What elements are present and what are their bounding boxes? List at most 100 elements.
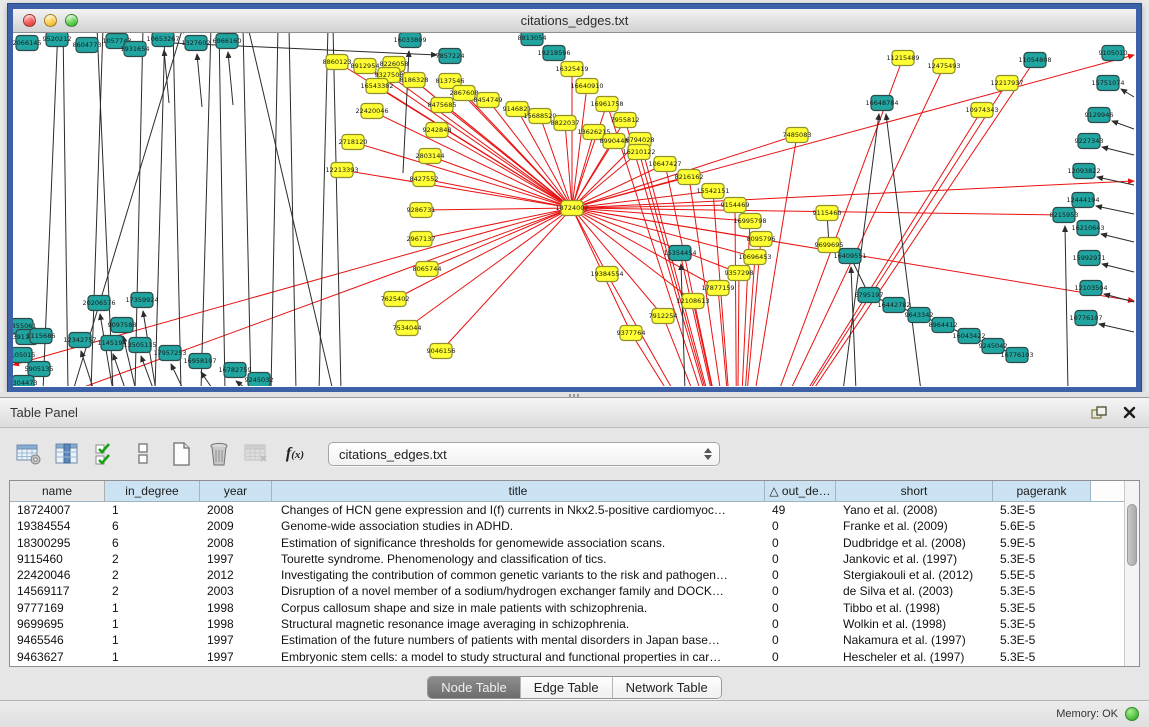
graph-node[interactable]: 8822037 xyxy=(551,116,580,131)
column-header-title[interactable]: title xyxy=(272,481,765,501)
table-cell[interactable]: 0 xyxy=(765,518,836,534)
graph-node[interactable]: 8215953 xyxy=(1050,208,1079,223)
table-settings-icon[interactable] xyxy=(14,439,44,469)
citation-edge-black[interactable] xyxy=(219,33,225,386)
citation-edge-red[interactable] xyxy=(437,130,572,208)
table-cell[interactable]: 0 xyxy=(765,551,836,567)
graph-node[interactable]: 1115686 xyxy=(27,329,56,344)
table-cell[interactable]: Franke et al. (2009) xyxy=(836,518,993,534)
column-header-short[interactable]: short xyxy=(836,481,993,501)
citation-edge-red[interactable] xyxy=(718,288,737,386)
citation-edge-red[interactable] xyxy=(572,86,587,208)
table-cell[interactable]: 2003 xyxy=(200,583,272,599)
graph-node[interactable]: 12444194 xyxy=(1066,193,1099,208)
citation-edge-black[interactable] xyxy=(97,33,113,386)
table-cell[interactable]: 1 xyxy=(105,600,200,616)
graph-node[interactable]: 11054808 xyxy=(1018,53,1051,68)
graph-node[interactable]: 5905135 xyxy=(25,362,54,377)
table-cell[interactable]: Disruption of a novel member of a sodium… xyxy=(272,583,765,599)
select-all-icon[interactable] xyxy=(90,439,120,469)
citation-edge-black[interactable] xyxy=(1065,226,1068,386)
table-cell[interactable]: Estimation of significance thresholds fo… xyxy=(272,535,765,551)
graph-node[interactable]: 20206576 xyxy=(82,296,115,311)
table-cell[interactable]: Changes of HCN gene expression and I(f) … xyxy=(272,502,765,518)
citation-edge-red[interactable] xyxy=(572,208,663,316)
citation-edge-black[interactable] xyxy=(171,364,184,386)
table-cell[interactable]: 14569117 xyxy=(10,583,105,599)
graph-node[interactable]: 7955812 xyxy=(611,113,640,128)
table-cell[interactable]: 49 xyxy=(765,502,836,518)
graph-node[interactable]: 9154469 xyxy=(721,198,750,213)
table-cell[interactable]: 2012 xyxy=(200,567,272,583)
table-cell[interactable]: 6 xyxy=(105,535,200,551)
graph-node[interactable]: 16958107 xyxy=(183,354,216,369)
scrollbar-thumb[interactable] xyxy=(1127,504,1137,566)
citation-edge-red[interactable] xyxy=(424,179,572,208)
citation-edge-black[interactable] xyxy=(197,54,202,107)
graph-node[interactable]: 16640910 xyxy=(570,79,603,94)
table-cell[interactable]: 0 xyxy=(765,632,836,648)
table-cell[interactable]: 5.3E-5 xyxy=(993,649,1091,665)
graph-node[interactable]: 1145194 xyxy=(98,336,127,351)
table-cell[interactable]: 2009 xyxy=(200,518,272,534)
citation-edge-black[interactable] xyxy=(1121,89,1134,97)
citation-edge-red[interactable] xyxy=(395,208,572,299)
graph-node[interactable]: 16648784 xyxy=(865,96,898,111)
citation-edge-red[interactable] xyxy=(735,205,737,386)
table-row[interactable]: 911546021997Tourette syndrome. Phenomeno… xyxy=(10,551,1124,567)
citation-edge-black[interactable] xyxy=(155,33,165,386)
tab-network-table[interactable]: Network Table xyxy=(612,677,721,698)
table-cell[interactable]: 1997 xyxy=(200,551,272,567)
citation-edge-black[interactable] xyxy=(886,114,921,386)
table-row[interactable]: 946554611997Estimation of the future num… xyxy=(10,632,1124,648)
table-cell[interactable]: Stergiakouli et al. (2012) xyxy=(836,567,993,583)
graph-node[interactable]: 8427552 xyxy=(410,172,439,187)
network-window[interactable]: citations_edges.txt 18724007886012389129… xyxy=(8,4,1141,392)
table-cell[interactable]: 1998 xyxy=(200,616,272,632)
table-cell[interactable]: Structural magnetic resonance image aver… xyxy=(272,616,765,632)
graph-node[interactable]: 9245032 xyxy=(245,373,274,387)
table-cell[interactable]: 9465546 xyxy=(10,632,105,648)
graph-node[interactable]: 15992971 xyxy=(1072,251,1105,266)
table-select-dropdown[interactable]: citations_edges.txt xyxy=(328,442,720,466)
graph-node[interactable]: 12217937 xyxy=(990,76,1023,91)
table-cell[interactable]: 22420046 xyxy=(10,567,105,583)
table-cell[interactable]: 5.3E-5 xyxy=(993,632,1091,648)
table-cell[interactable]: 1 xyxy=(105,632,200,648)
table-cell[interactable]: 5.6E-5 xyxy=(993,518,1091,534)
table-cell[interactable]: Tibbo et al. (1998) xyxy=(836,600,993,616)
citation-edge-black[interactable] xyxy=(141,356,154,386)
table-cell[interactable]: 0 xyxy=(765,600,836,616)
citation-edge-red[interactable] xyxy=(737,110,982,386)
table-cell[interactable]: Nakamura et al. (1997) xyxy=(836,632,993,648)
citation-edge-black[interactable] xyxy=(201,372,214,386)
citation-edge-black[interactable] xyxy=(1104,294,1134,302)
citation-edge-black[interactable] xyxy=(1099,324,1134,332)
citation-edge-black[interactable] xyxy=(91,33,103,386)
column-header-out_de[interactable]: △ out_de… xyxy=(765,481,836,501)
graph-node[interactable]: 10696453 xyxy=(738,250,771,265)
table-cell[interactable]: 5.5E-5 xyxy=(993,567,1091,583)
graph-node[interactable]: 9105015 xyxy=(13,348,35,363)
graph-node[interactable]: 12103504 xyxy=(1074,281,1107,296)
graph-node[interactable]: 8475685 xyxy=(428,98,457,113)
delete-trash-icon[interactable] xyxy=(204,439,234,469)
table-row[interactable]: 969969511998Structural magnetic resonanc… xyxy=(10,616,1124,632)
table-cell[interactable]: 9699695 xyxy=(10,616,105,632)
network-window-titlebar[interactable]: citations_edges.txt xyxy=(13,9,1136,33)
citation-edge-black[interactable] xyxy=(173,33,181,386)
citation-edge-black[interactable] xyxy=(1112,121,1134,129)
graph-node[interactable]: 15542151 xyxy=(696,184,729,199)
graph-node[interactable]: 2066145 xyxy=(13,36,41,51)
citation-network-graph[interactable]: 1872400788601238912954822605893275081654… xyxy=(13,33,1136,386)
column-header-name[interactable]: name xyxy=(10,481,105,501)
graph-node[interactable]: 16210643 xyxy=(1071,221,1104,236)
citation-edge-red[interactable] xyxy=(693,301,737,386)
column-header-pagerank[interactable]: pagerank xyxy=(993,481,1091,501)
float-panel-icon[interactable] xyxy=(1089,404,1109,422)
table-cell[interactable]: 5.3E-5 xyxy=(993,502,1091,518)
citation-edge-black[interactable] xyxy=(63,33,68,386)
graph-node[interactable]: 19384554 xyxy=(590,267,623,282)
graph-node[interactable]: 19218596 xyxy=(537,46,570,61)
tab-edge-table[interactable]: Edge Table xyxy=(520,677,612,698)
